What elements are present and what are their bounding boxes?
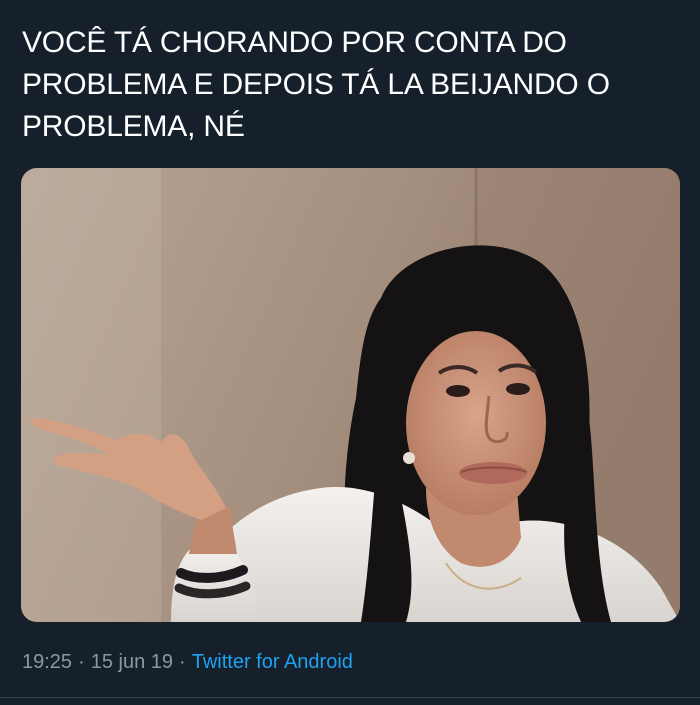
tweet-date[interactable]: 15 jun 19: [91, 651, 173, 673]
meta-separator: ·: [78, 651, 85, 673]
photo-woman-shrugging: [21, 168, 680, 622]
tweet-card: VOCÊ TÁ CHORANDO POR CONTA DO PROBLEMA E…: [0, 0, 700, 705]
tweet-source-link[interactable]: Twitter for Android: [192, 651, 353, 673]
divider: [0, 697, 700, 698]
tweet-photo[interactable]: [21, 168, 680, 622]
tweet-text: VOCÊ TÁ CHORANDO POR CONTA DO PROBLEMA E…: [22, 26, 610, 143]
tweet-meta: 19:25 · 15 jun 19 · Twitter for Android: [22, 650, 353, 674]
tweet-time[interactable]: 19:25: [22, 651, 72, 673]
meta-separator-2: ·: [179, 651, 186, 673]
